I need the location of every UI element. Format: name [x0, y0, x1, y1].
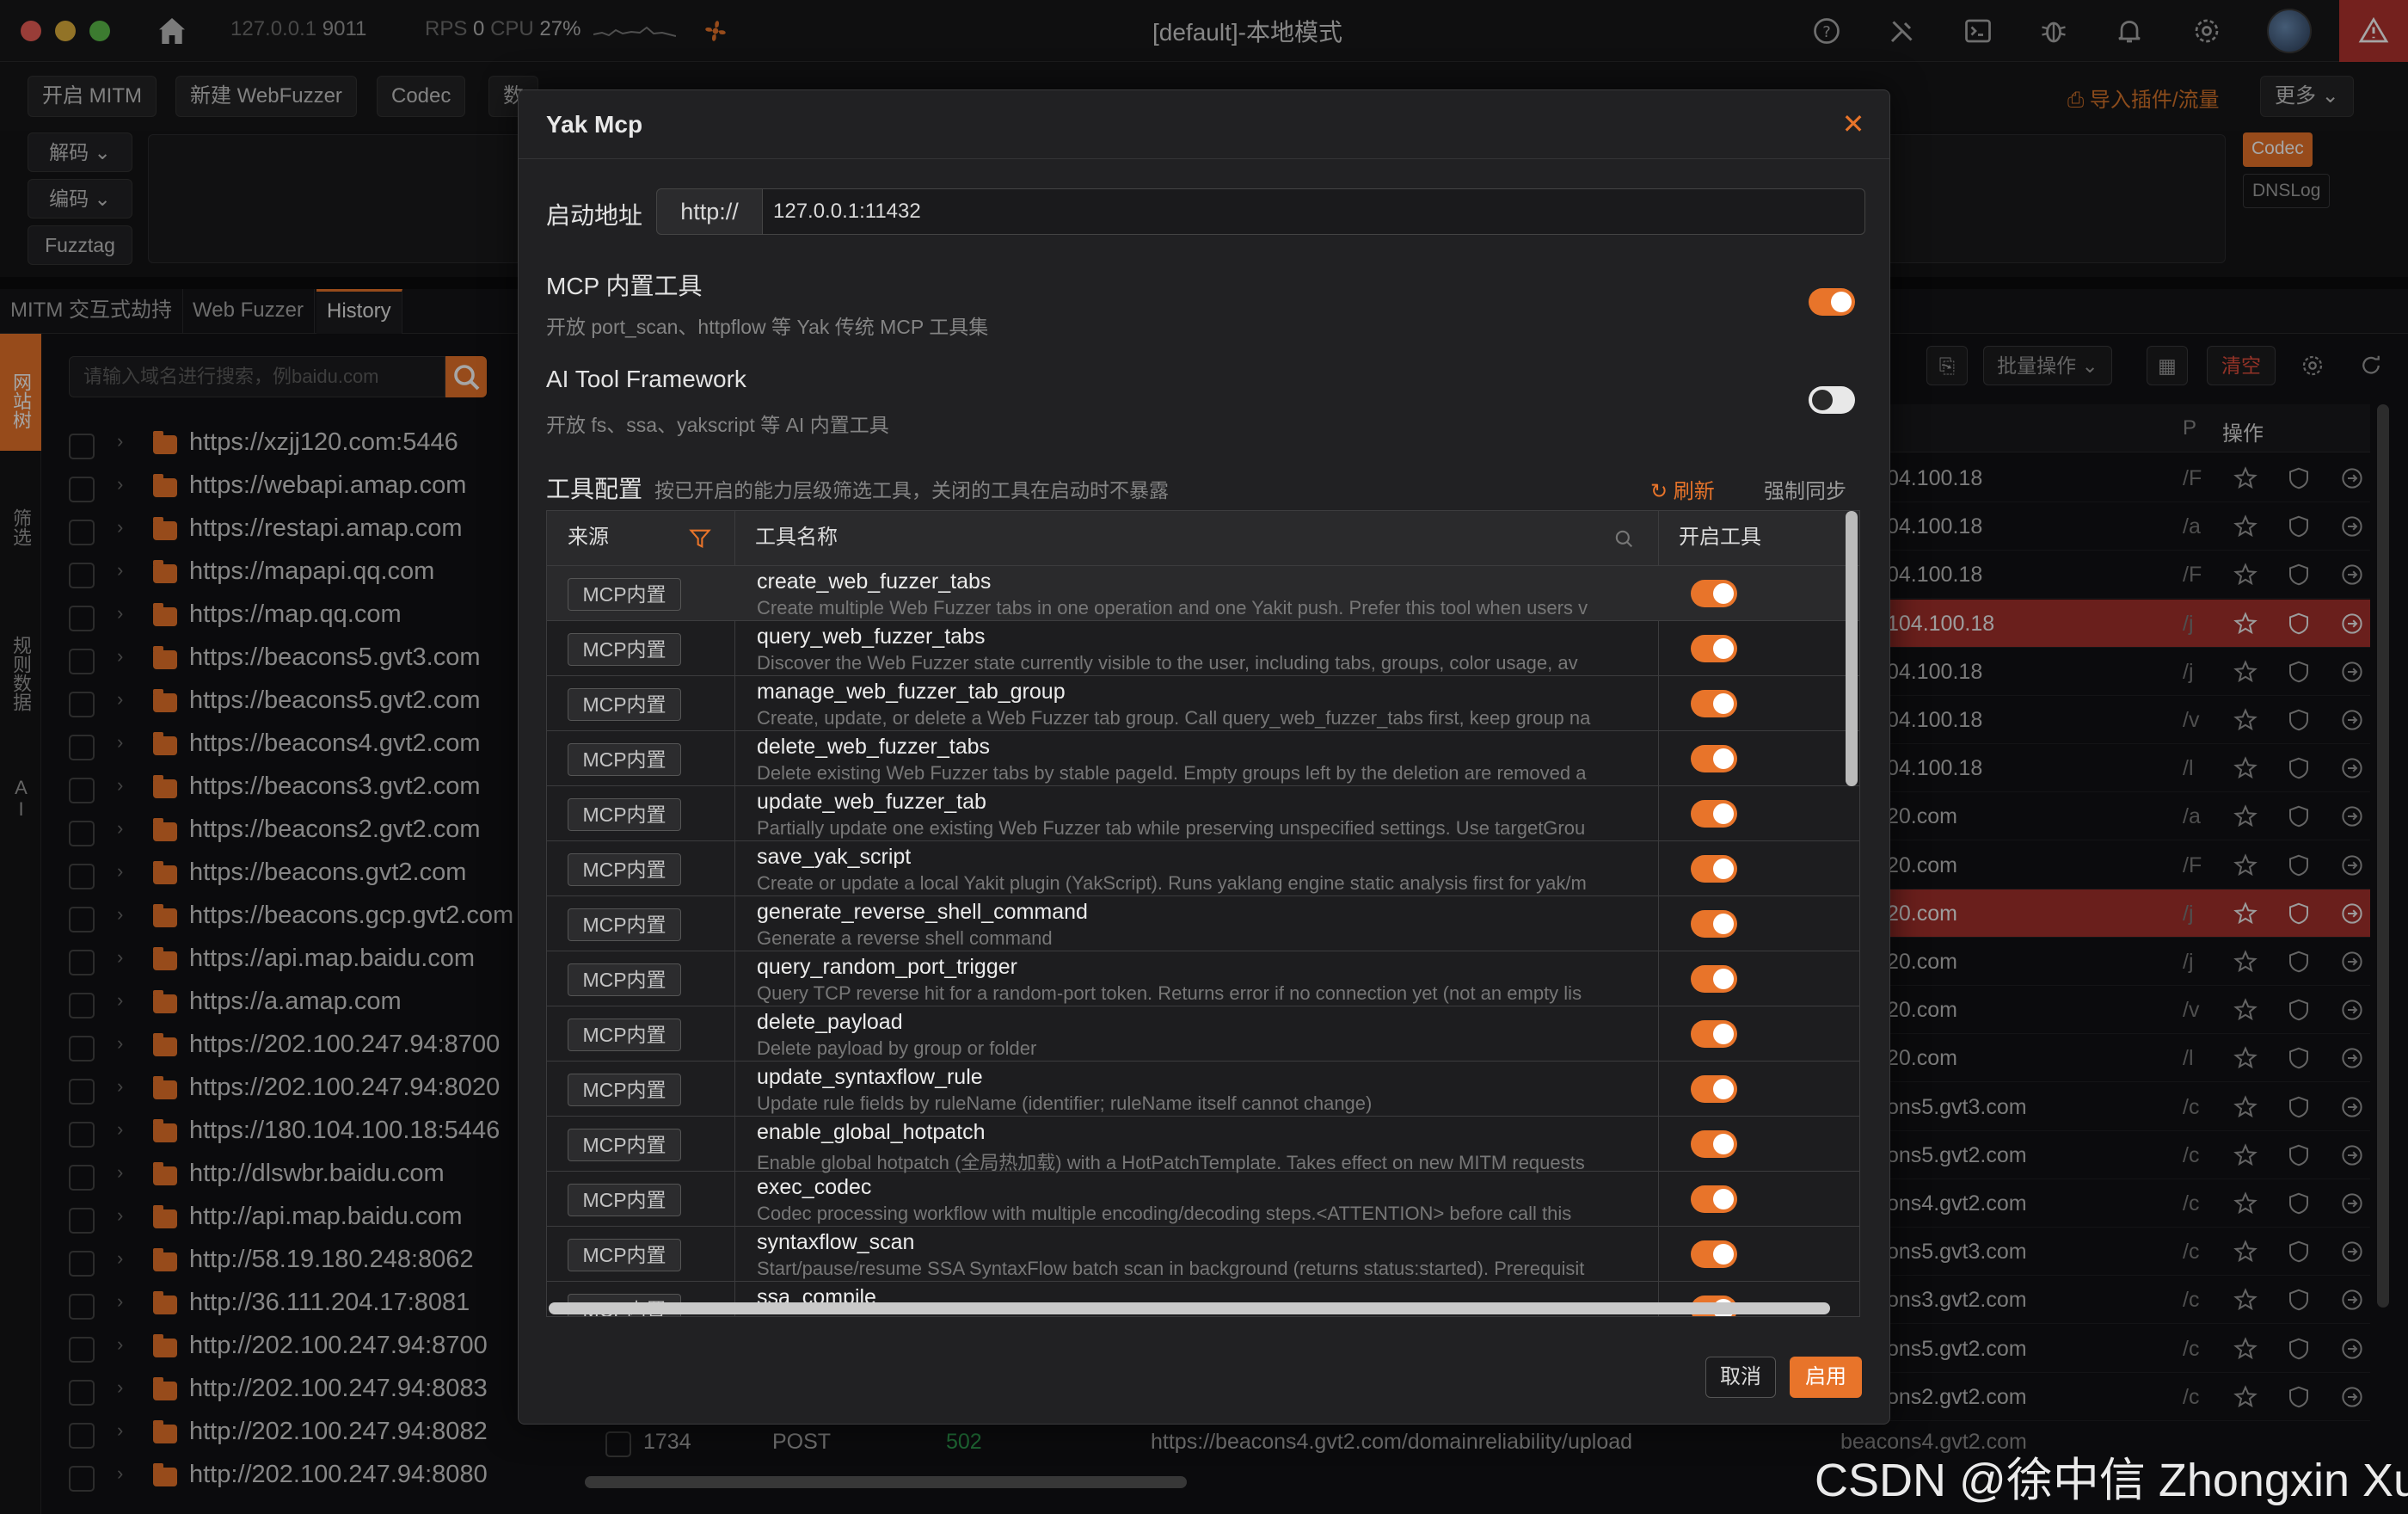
refresh-icon: ↻: [1650, 480, 1668, 503]
tool-name: enable_global_hotpatch: [757, 1120, 986, 1144]
cancel-button[interactable]: 取消: [1705, 1357, 1776, 1398]
tool-enable-toggle[interactable]: [1691, 690, 1737, 717]
tool-source-badge: MCP内置: [568, 743, 681, 776]
tool-row: MCP内置 enable_global_hotpatch Enable global…: [547, 1117, 1859, 1173]
tool-desc: Partially update one existing Web Fuzzer…: [757, 817, 1586, 839]
enable-button[interactable]: 启用: [1790, 1357, 1862, 1398]
tool-enable-toggle[interactable]: [1691, 1130, 1737, 1158]
tool-desc: Query TCP reverse hit for a random-port …: [757, 982, 1582, 1004]
tool-name: exec_codec: [757, 1175, 872, 1199]
tool-name: delete_web_fuzzer_tabs: [757, 735, 991, 759]
col-tool-name: 工具名称: [755, 526, 838, 549]
col-enable: 开启工具: [1679, 526, 1761, 549]
tool-row: MCP内置 save_yak_script Create or update a l…: [547, 841, 1859, 896]
tool-source-badge: MCP内置: [568, 963, 681, 996]
builtin-tools-toggle[interactable]: [1809, 288, 1855, 316]
dialog-header: Yak Mcp ✕: [519, 90, 1889, 159]
dialog-title: Yak Mcp: [546, 111, 643, 138]
tool-row: MCP内置 syntaxflow_scan Start/pause/resume S…: [547, 1227, 1859, 1282]
tool-enable-toggle[interactable]: [1691, 1075, 1737, 1103]
builtin-tools-title: MCP 内置工具: [546, 273, 703, 299]
tool-source-badge: MCP内置: [568, 688, 681, 721]
tool-desc: Discover the Web Fuzzer state currently …: [757, 652, 1578, 674]
tool-name: save_yak_script: [757, 845, 912, 869]
tool-source-badge: MCP内置: [568, 798, 681, 831]
tool-config-title: 工具配置: [546, 476, 643, 502]
tool-name: update_syntaxflow_rule: [757, 1065, 983, 1089]
tool-enable-toggle[interactable]: [1691, 635, 1737, 662]
tool-enable-toggle[interactable]: [1691, 965, 1737, 993]
tool-enable-toggle[interactable]: [1691, 580, 1737, 607]
tool-desc: Create multiple Web Fuzzer tabs in one o…: [757, 597, 1588, 619]
tool-row: MCP内置 create_web_fuzzer_tabs Create multip…: [547, 566, 1859, 621]
tool-source-badge: MCP内置: [568, 1074, 681, 1106]
watermark: CSDN @徐中信 Zhongxin Xu: [1815, 1455, 2408, 1506]
builtin-tools-desc: 开放 port_scan、httpflow 等 Yak 传统 MCP 工具集: [546, 316, 989, 338]
tool-enable-toggle[interactable]: [1691, 800, 1737, 828]
filter-icon[interactable]: [688, 526, 712, 551]
close-icon[interactable]: ✕: [1840, 110, 1867, 138]
tool-source-badge: MCP内置: [568, 633, 681, 666]
tool-desc: Codec processing workflow with multiple …: [757, 1203, 1572, 1224]
tool-row: MCP内置 query_random_port_trigger Query TCP …: [547, 951, 1859, 1006]
tool-config-desc: 按已开启的能力层级筛选工具，关闭的工具在启动时不暴露: [654, 479, 1169, 502]
tool-enable-toggle[interactable]: [1691, 745, 1737, 772]
tool-source-badge: MCP内置: [568, 1019, 681, 1051]
tool-name: generate_reverse_shell_command: [757, 900, 1088, 924]
tool-source-badge: MCP内置: [568, 853, 681, 886]
tool-desc: Generate a reverse shell command: [757, 927, 1053, 949]
tool-enable-toggle[interactable]: [1691, 1020, 1737, 1048]
tool-row: MCP内置 manage_web_fuzzer_tab_group Create, …: [547, 676, 1859, 731]
tool-desc: Create or update a local Yakit plugin (Y…: [757, 872, 1587, 894]
tool-row: MCP内置 exec_codec Codec processing workflow…: [547, 1172, 1859, 1227]
address-input[interactable]: 127.0.0.1:11432: [763, 188, 1865, 235]
force-sync-button[interactable]: 强制同步: [1764, 474, 1846, 504]
tool-enable-toggle[interactable]: [1691, 910, 1737, 938]
refresh-button[interactable]: ↻ 刷新: [1650, 474, 1715, 504]
tool-name: delete_payload: [757, 1010, 903, 1034]
tool-name: query_random_port_trigger: [757, 955, 1017, 979]
ai-framework-desc: 开放 fs、ssa、yakscript 等 AI 内置工具: [546, 414, 889, 436]
tool-row: MCP内置 update_syntaxflow_rule Update rule f…: [547, 1062, 1859, 1117]
tool-source-badge: MCP内置: [568, 1239, 681, 1271]
tool-source-badge: MCP内置: [568, 578, 681, 611]
address-prefix: http://: [656, 188, 763, 235]
tool-row: MCP内置 delete_payload Delete payload by gro…: [547, 1006, 1859, 1062]
tool-name: manage_web_fuzzer_tab_group: [757, 680, 1066, 704]
tools-table: 来源 工具名称 开启工具 MCP内置 create_web_fuzzer_tabs…: [546, 510, 1860, 1317]
ai-framework-title: AI Tool Framework: [546, 366, 746, 392]
tool-row: MCP内置 query_web_fuzzer_tabs Discover the W…: [547, 621, 1859, 676]
tool-desc: Delete existing Web Fuzzer tabs by stabl…: [757, 762, 1587, 784]
tool-desc: Delete payload by group or folder: [757, 1037, 1037, 1059]
tool-name: update_web_fuzzer_tab: [757, 790, 986, 814]
tool-desc: Update rule fields by ruleName (identifi…: [757, 1092, 1373, 1114]
tool-desc: Start/pause/resume SSA SyntaxFlow batch …: [757, 1258, 1585, 1279]
tool-name: query_web_fuzzer_tabs: [757, 625, 986, 649]
tool-enable-toggle[interactable]: [1691, 855, 1737, 883]
tool-desc: Create, update, or delete a Web Fuzzer t…: [757, 707, 1591, 729]
tool-source-badge: MCP内置: [568, 908, 681, 941]
tool-enable-toggle[interactable]: [1691, 1185, 1737, 1213]
tool-row: MCP内置 generate_reverse_shell_command Gener…: [547, 896, 1859, 951]
tool-source-badge: MCP内置: [568, 1129, 681, 1161]
tools-table-hscroll[interactable]: [549, 1302, 1830, 1314]
ai-framework-toggle[interactable]: [1809, 386, 1855, 414]
tools-table-header: 来源 工具名称 开启工具: [547, 511, 1859, 566]
tools-table-vscroll[interactable]: [1846, 511, 1858, 786]
search-icon[interactable]: [1612, 526, 1636, 551]
tool-row: MCP内置 delete_web_fuzzer_tabs Delete existi…: [547, 731, 1859, 786]
address-label: 启动地址: [546, 202, 643, 229]
tool-source-badge: MCP内置: [568, 1184, 681, 1216]
yak-mcp-dialog: Yak Mcp ✕ 启动地址 http:// 127.0.0.1:11432 M…: [518, 89, 1890, 1425]
tool-name: create_web_fuzzer_tabs: [757, 569, 992, 594]
tool-row: MCP内置 update_web_fuzzer_tab Partially upda…: [547, 786, 1859, 841]
tool-name: syntaxflow_scan: [757, 1230, 915, 1254]
tool-enable-toggle[interactable]: [1691, 1240, 1737, 1268]
